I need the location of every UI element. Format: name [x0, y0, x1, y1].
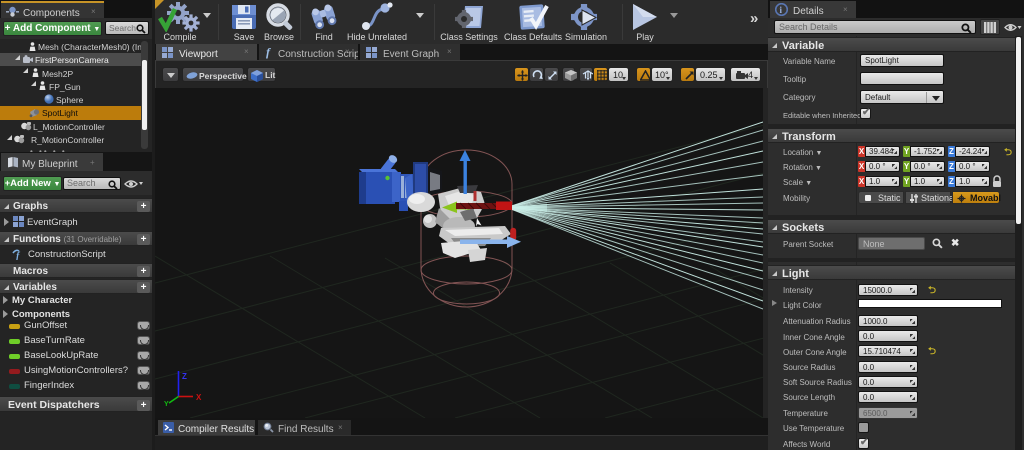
svg-text:f: f: [16, 251, 21, 260]
svg-text:Y: Y: [164, 401, 169, 408]
svg-text:i: i: [780, 5, 783, 15]
svg-text:X: X: [196, 393, 202, 402]
svg-text:Z: Z: [182, 372, 187, 381]
